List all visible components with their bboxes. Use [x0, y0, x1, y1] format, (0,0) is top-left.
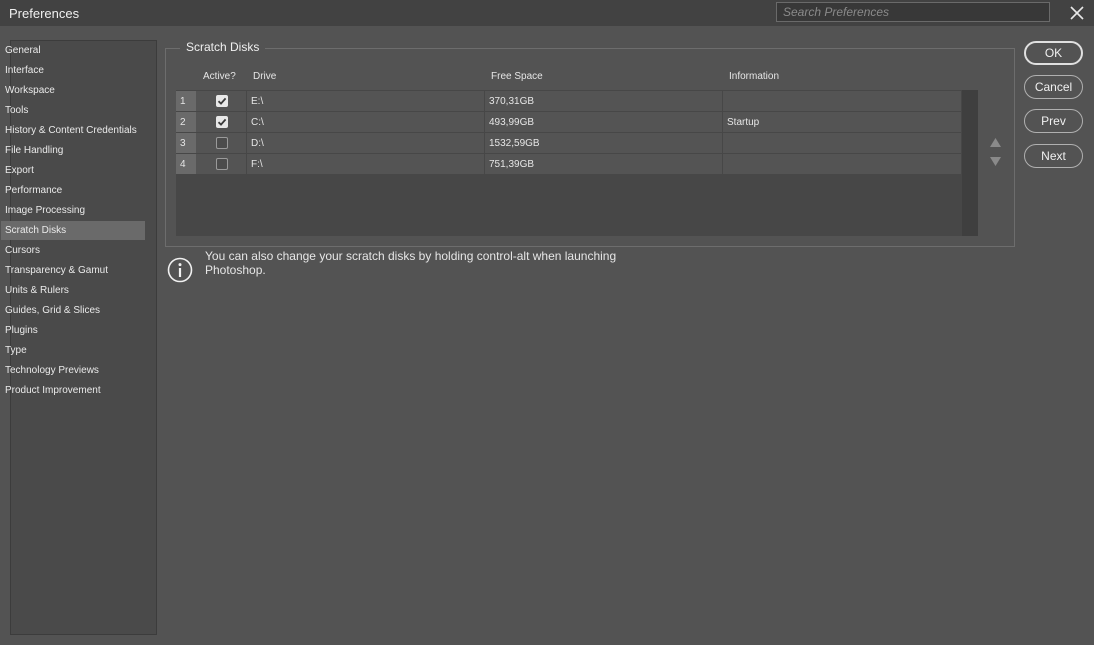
row-number: 4	[176, 154, 196, 174]
prev-button[interactable]: Prev	[1024, 109, 1083, 133]
sidebar-item-workspace[interactable]: Workspace	[1, 81, 145, 100]
sidebar-item-general[interactable]: General	[1, 41, 145, 60]
sidebar-item-units-rulers[interactable]: Units & Rulers	[1, 281, 145, 300]
drive-cell: E:\	[251, 96, 264, 107]
group-title: Scratch Disks	[180, 40, 266, 54]
search-input[interactable]	[776, 2, 1050, 22]
next-button[interactable]: Next	[1024, 144, 1083, 168]
close-button[interactable]	[1066, 3, 1088, 23]
column-header-drive: Drive	[253, 71, 277, 82]
sidebar-item-technology-previews[interactable]: Technology Previews	[1, 361, 145, 380]
cancel-button[interactable]: Cancel	[1024, 75, 1083, 99]
sidebar-item-scratch-disks[interactable]: Scratch Disks	[1, 221, 145, 240]
move-down-button[interactable]	[990, 157, 1001, 169]
free-space-cell: 493,99GB	[489, 117, 535, 128]
sidebar-item-file-handling[interactable]: File Handling	[1, 141, 145, 160]
ok-button[interactable]: OK	[1024, 41, 1083, 65]
sidebar-item-plugins[interactable]: Plugins	[1, 321, 145, 340]
sidebar-item-type[interactable]: Type	[1, 341, 145, 360]
information-cell: Startup	[727, 117, 760, 128]
info-message: You can also change your scratch disks b…	[205, 249, 617, 277]
column-header-active: Active?	[203, 71, 236, 82]
table-row[interactable]: 2 C:\ 493,99GB Startup	[176, 112, 961, 133]
drive-cell: F:\	[251, 159, 263, 170]
active-checkbox[interactable]	[216, 116, 228, 128]
drive-cell: C:\	[251, 117, 264, 128]
window-title: Preferences	[9, 6, 80, 21]
column-header-free-space: Free Space	[491, 71, 543, 82]
scrollbar[interactable]	[962, 90, 978, 236]
move-up-button[interactable]	[990, 138, 1001, 150]
info-icon	[167, 257, 193, 286]
active-checkbox[interactable]	[216, 158, 228, 170]
sidebar-item-cursors[interactable]: Cursors	[1, 241, 145, 260]
row-number: 3	[176, 133, 196, 153]
triangle-down-icon	[990, 157, 1001, 166]
check-icon	[217, 118, 227, 126]
table-row[interactable]: 3 D:\ 1532,59GB	[176, 133, 961, 154]
column-header-information: Information	[729, 71, 780, 82]
sidebar-item-export[interactable]: Export	[1, 161, 145, 180]
table-row[interactable]: 1 E:\ 370,31GB	[176, 91, 961, 112]
triangle-up-icon	[990, 138, 1001, 147]
sidebar-item-tools[interactable]: Tools	[1, 101, 145, 120]
free-space-cell: 751,39GB	[489, 159, 535, 170]
active-checkbox[interactable]	[216, 95, 228, 107]
sidebar-item-product-improvement[interactable]: Product Improvement	[1, 381, 145, 400]
close-icon	[1070, 6, 1084, 20]
free-space-cell: 1532,59GB	[489, 138, 540, 149]
sidebar-item-image-processing[interactable]: Image Processing	[1, 201, 145, 220]
sidebar-item-history[interactable]: History & Content Credentials	[1, 121, 145, 140]
active-checkbox[interactable]	[216, 137, 228, 149]
row-number: 1	[176, 91, 196, 111]
sidebar-item-performance[interactable]: Performance	[1, 181, 145, 200]
row-number: 2	[176, 112, 196, 132]
free-space-cell: 370,31GB	[489, 96, 535, 107]
drive-cell: D:\	[251, 138, 264, 149]
check-icon	[217, 97, 227, 105]
sidebar-item-guides[interactable]: Guides, Grid & Slices	[1, 301, 145, 320]
table-row[interactable]: 4 F:\ 751,39GB	[176, 154, 961, 175]
sidebar-item-interface[interactable]: Interface	[1, 61, 145, 80]
sidebar-item-transparency[interactable]: Transparency & Gamut	[1, 261, 145, 280]
